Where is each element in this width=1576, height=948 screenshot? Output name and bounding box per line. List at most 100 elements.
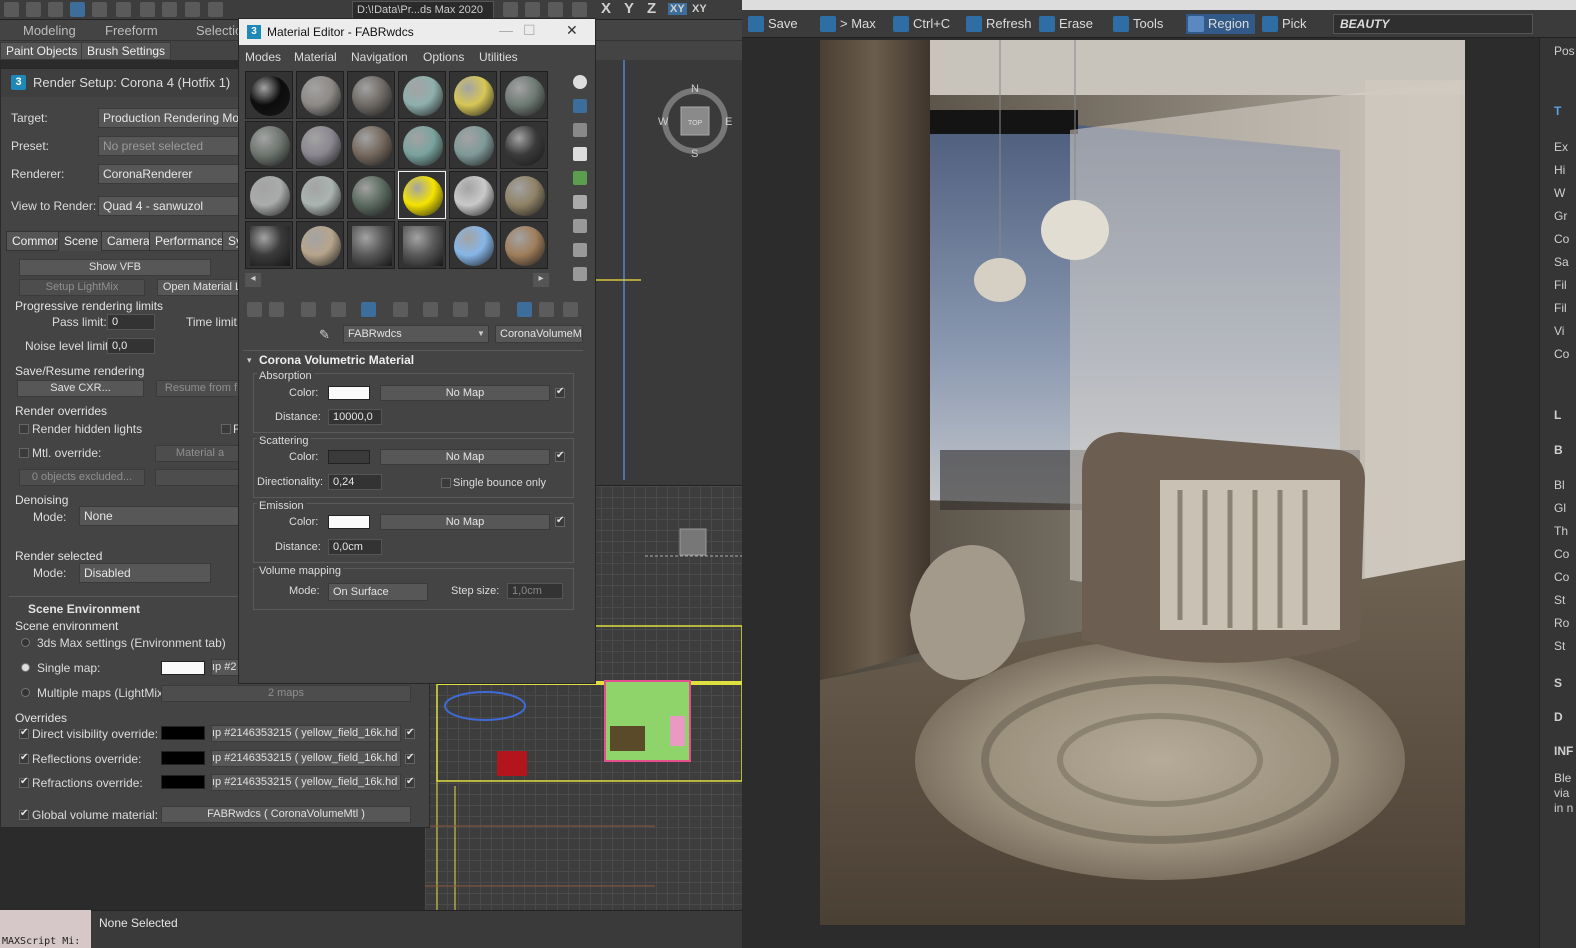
material-slot[interactable] [347, 221, 395, 269]
step-size-spinner[interactable]: 1,0cm [507, 583, 563, 599]
material-slot[interactable] [500, 221, 548, 269]
material-editor-titlebar[interactable]: 3 Material Editor - FABRwdcs — ☐ ✕ [239, 19, 595, 45]
material-slot[interactable] [296, 71, 344, 119]
directionality-spinner[interactable]: 0,24 [328, 474, 382, 490]
material-slot[interactable] [500, 71, 548, 119]
direct-visibility-swatch[interactable] [161, 726, 205, 740]
rollout-title[interactable]: Corona Volumetric Material [259, 353, 414, 367]
toolbar-icon[interactable] [185, 2, 200, 17]
noise-limit-spinner[interactable]: 0,0 [107, 338, 155, 354]
absorption-map-checkbox[interactable] [555, 386, 565, 398]
erase-button[interactable]: Erase [1037, 14, 1093, 34]
menu-navigation[interactable]: Navigation [351, 50, 408, 64]
material-slot[interactable] [500, 121, 548, 169]
reset-material-icon[interactable] [331, 302, 346, 317]
scene-environment-title[interactable]: Scene Environment [28, 602, 140, 616]
side-section[interactable]: B [1554, 443, 1563, 457]
vfb-titlebar[interactable] [742, 0, 1576, 10]
absorption-map-button[interactable]: No Map [380, 385, 550, 401]
material-slot[interactable] [449, 171, 497, 219]
material-override-button[interactable]: Material a [155, 445, 245, 462]
refractions-swatch[interactable] [161, 775, 205, 789]
material-slot[interactable] [500, 171, 548, 219]
denoise-mode-dropdown[interactable]: None [79, 506, 249, 526]
axis-xy2-button[interactable]: XY [692, 3, 707, 15]
menu-utilities[interactable]: Utilities [479, 50, 518, 64]
scroll-right-icon[interactable]: ▸ [533, 273, 549, 287]
material-slot[interactable] [398, 71, 446, 119]
excluded-objects-button[interactable]: 0 objects excluded... [19, 469, 145, 486]
region-button[interactable]: Region [1186, 14, 1256, 34]
scroll-left-icon[interactable]: ◂ [245, 273, 261, 287]
menu-options[interactable]: Options [423, 50, 464, 64]
toolbar-icon[interactable] [525, 2, 540, 17]
material-slot[interactable] [245, 171, 293, 219]
go-forward-icon[interactable] [539, 302, 554, 317]
side-section[interactable]: T [1554, 104, 1561, 118]
minimize-icon[interactable]: — [499, 22, 513, 38]
global-volume-button[interactable]: FABRwdcs ( CoronaVolumeMtl ) [161, 806, 411, 823]
emission-map-button[interactable]: No Map [380, 514, 550, 530]
env-single-map-radio[interactable] [21, 663, 30, 672]
path-field[interactable]: D:\!Data\Pr...ds Max 2020 [352, 1, 494, 19]
side-item[interactable]: Pos [1554, 44, 1575, 58]
toolbar-icon[interactable] [208, 2, 223, 17]
material-id-icon[interactable] [423, 302, 438, 317]
env-multiple-maps-radio[interactable] [21, 688, 30, 697]
volume-mode-dropdown[interactable]: On Surface [328, 583, 428, 601]
refractions-map-button[interactable]: ıp #2146353215 ( yellow_field_16k.hd [211, 774, 401, 791]
channel-dropdown[interactable]: BEAUTY [1333, 14, 1533, 34]
reflections-checkbox[interactable] [19, 752, 29, 764]
material-map-navigator-icon[interactable] [573, 267, 587, 281]
viewport-top[interactable]: TOP N S W E [595, 60, 742, 485]
direct-visibility-map-checkbox[interactable] [405, 727, 415, 739]
toolbar-icon[interactable] [26, 2, 41, 17]
mtl-override-checkbox[interactable] [19, 448, 29, 458]
refractions-checkbox[interactable] [19, 776, 29, 788]
global-volume-checkbox[interactable] [19, 808, 29, 820]
pick-button[interactable]: Pick [1260, 14, 1307, 34]
assign-to-selection-icon[interactable] [301, 302, 316, 317]
material-slot[interactable] [245, 121, 293, 169]
render-selected-mode-dropdown[interactable]: Disabled [79, 563, 211, 583]
emission-map-checkbox[interactable] [555, 515, 565, 527]
material-slot[interactable] [398, 121, 446, 169]
scattering-map-checkbox[interactable] [555, 450, 565, 462]
setup-lightmix-button[interactable]: Setup LightMix [19, 279, 145, 296]
material-slot[interactable] [296, 221, 344, 269]
absorption-distance-spinner[interactable]: 10000,0 [328, 409, 382, 425]
tab-performance[interactable]: Performance [149, 231, 230, 251]
side-section[interactable]: S [1554, 676, 1562, 690]
open-material-button[interactable]: Open Material L [157, 279, 247, 296]
material-slot[interactable] [347, 71, 395, 119]
rollout-collapse-icon[interactable]: ▾ [247, 355, 252, 366]
material-slot[interactable] [245, 71, 293, 119]
axis-y-button[interactable]: Y [624, 0, 634, 17]
backlight-icon[interactable] [573, 99, 587, 113]
axis-x-button[interactable]: X [601, 0, 611, 17]
material-slot[interactable] [449, 221, 497, 269]
toolbar-icon[interactable] [162, 2, 177, 17]
paint-objects-button[interactable]: Paint Objects [0, 42, 84, 60]
eyedropper-icon[interactable]: ✎ [319, 327, 330, 343]
rendered-image[interactable] [820, 40, 1465, 925]
reflections-swatch[interactable] [161, 751, 205, 765]
pass-limit-spinner[interactable]: 0 [107, 314, 155, 330]
reflections-map-checkbox[interactable] [405, 752, 415, 764]
refresh-button[interactable]: Refresh [964, 14, 1032, 34]
show-shaded-icon[interactable] [453, 302, 468, 317]
save-cxr-button[interactable]: Save CXR... [17, 380, 144, 397]
pick-material-icon[interactable] [563, 302, 578, 317]
tools-button[interactable]: Tools [1111, 14, 1163, 34]
material-slot[interactable] [398, 171, 446, 219]
hidden-lights-checkbox[interactable] [19, 424, 29, 434]
options-icon[interactable] [573, 219, 587, 233]
tab-modeling[interactable]: Modeling [23, 23, 76, 38]
toolbar-icon[interactable] [140, 2, 155, 17]
env-3dsmax-radio[interactable] [21, 638, 30, 647]
sample-type-sphere-icon[interactable] [573, 75, 587, 89]
toolbar-icon[interactable] [92, 2, 107, 17]
direct-visibility-checkbox[interactable] [19, 727, 29, 739]
material-slot[interactable] [347, 121, 395, 169]
scattering-color-swatch[interactable] [328, 450, 370, 464]
